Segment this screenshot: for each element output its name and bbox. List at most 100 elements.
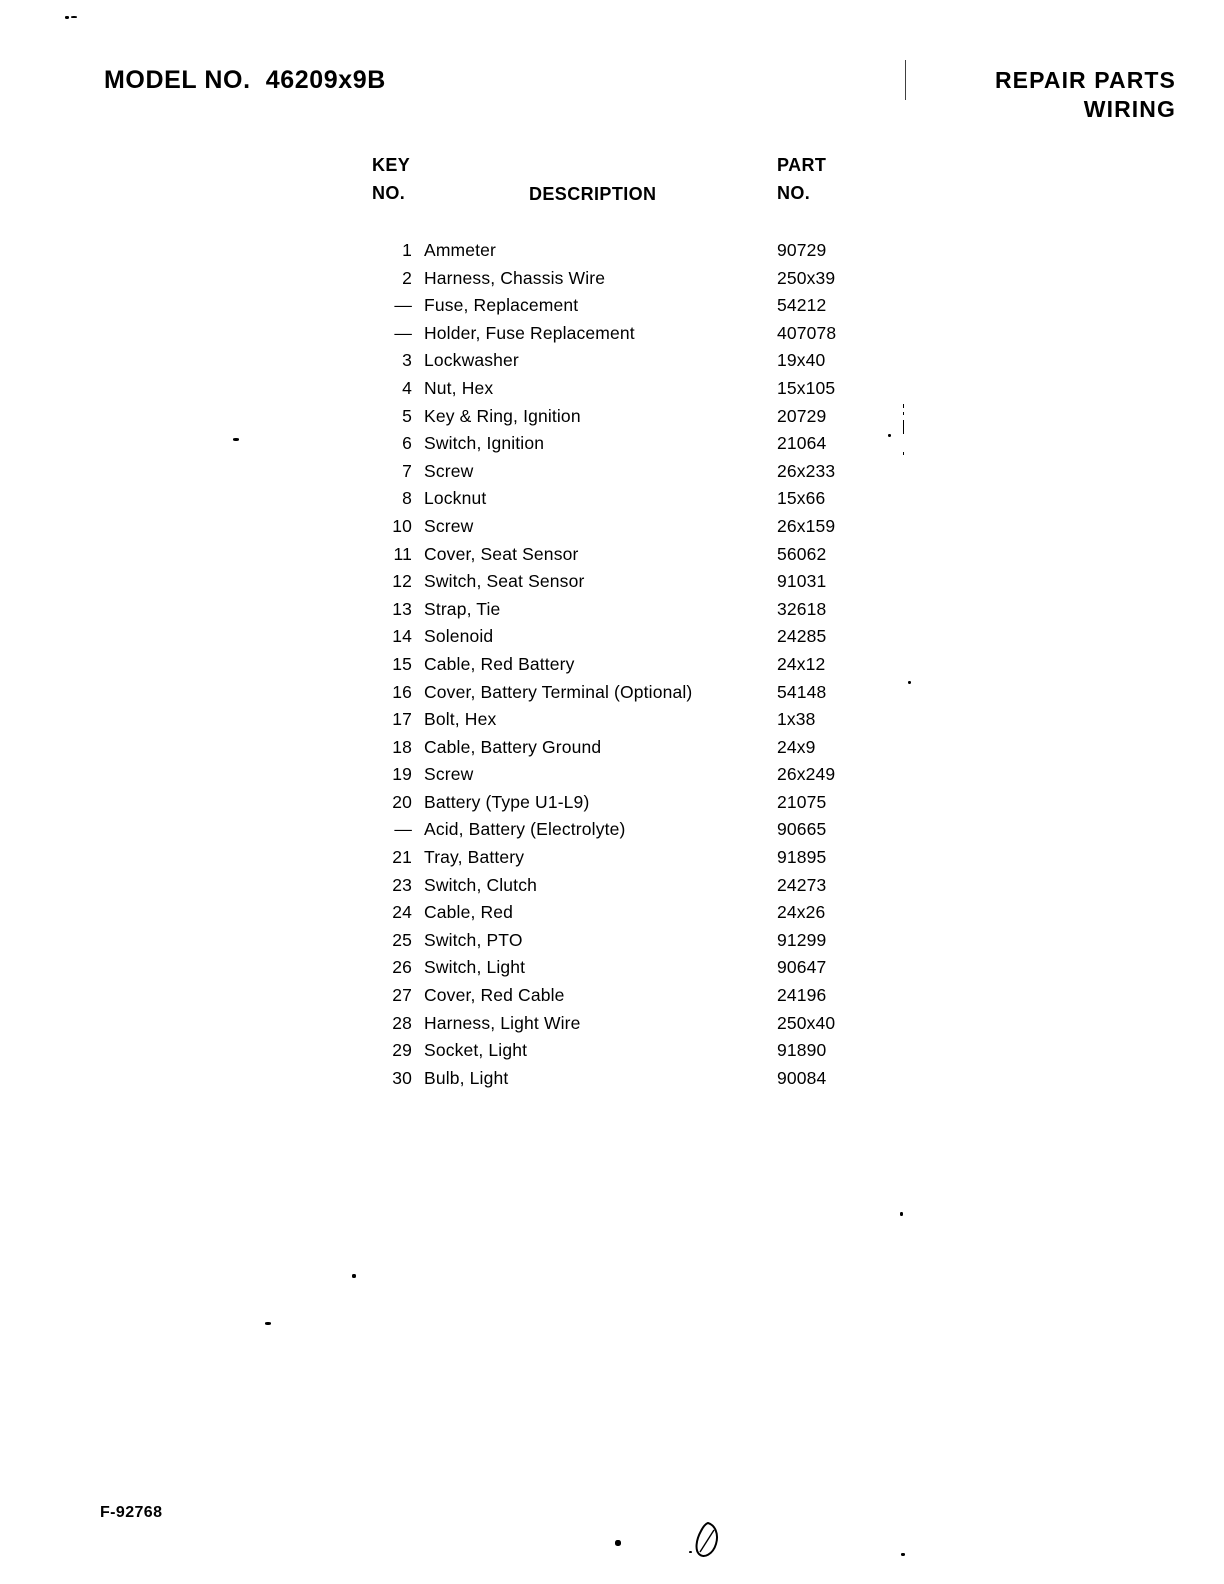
row-description: Bulb, Light (424, 1067, 509, 1088)
row-part-number: 24x26 (777, 902, 826, 923)
row-part-number: 32618 (777, 598, 827, 619)
table-row: 4 Nut, Hex 15x105 (372, 378, 872, 406)
scan-streak (903, 404, 904, 408)
row-part-number: 54212 (777, 295, 827, 316)
row-part-number: 91031 (777, 571, 827, 592)
table-row: 16 Cover, Battery Terminal (Optional) 5414… (372, 682, 872, 710)
row-description: Harness, Chassis Wire (424, 267, 606, 288)
row-key-number: 7 (402, 460, 412, 481)
row-description: Switch, Light (424, 957, 526, 978)
table-header-row: KEY NO. DESCRIPTION PART NO. (372, 152, 872, 210)
row-description: Cover, Battery Terminal (Optional) (424, 681, 693, 702)
row-part-number: 90647 (777, 957, 827, 978)
row-key-number: — (394, 322, 412, 343)
row-part-number: 91890 (777, 1040, 827, 1061)
row-part-number: 26x159 (777, 515, 836, 536)
table-row: 6 Switch, Ignition 21064 (372, 433, 872, 461)
page-title-line1: REPAIR PARTS (994, 67, 1176, 93)
model-number-label: MODEL NO. 46209x9B (104, 66, 386, 94)
part-no-header-line2: NO. (777, 182, 811, 203)
row-description: Battery (Type U1-L9) (424, 791, 590, 812)
row-part-number: 21075 (777, 791, 827, 812)
row-part-number: 24x9 (777, 736, 816, 757)
row-description: Key & Ring, Ignition (424, 405, 581, 426)
table-row: — Holder, Fuse Replacement 407078 (372, 323, 872, 351)
row-description: Switch, PTO (424, 929, 523, 950)
row-part-number: 15x66 (777, 488, 826, 509)
row-key-number: 27 (392, 985, 412, 1006)
table-row: 12 Switch, Seat Sensor 91031 (372, 571, 872, 599)
row-description: Holder, Fuse Replacement (424, 322, 635, 343)
table-row: 7 Screw 26x233 (372, 461, 872, 489)
table-row: 15 Cable, Red Battery 24x12 (372, 654, 872, 682)
table-row: 2 Harness, Chassis Wire 250x39 (372, 268, 872, 296)
row-description: Screw (424, 460, 474, 481)
scan-speckle (901, 1553, 905, 1556)
row-part-number: 250x40 (777, 1012, 836, 1033)
row-part-number: 15x105 (777, 377, 836, 398)
row-description: Cover, Red Cable (424, 985, 565, 1006)
scan-speckle (352, 1274, 356, 1278)
table-row: 3 Lockwasher 19x40 (372, 350, 872, 378)
scan-speckle (908, 681, 911, 684)
row-part-number: 21064 (777, 433, 827, 454)
row-description: Cable, Red (424, 902, 514, 923)
row-description: Solenoid (424, 626, 494, 647)
part-no-header-line1: PART (777, 155, 827, 175)
row-description: Harness, Light Wire (424, 1012, 581, 1033)
table-row: — Acid, Battery (Electrolyte) 90665 (372, 819, 872, 847)
scan-speckle (233, 438, 239, 441)
scan-speckle (71, 16, 77, 18)
parts-table: KEY NO. DESCRIPTION PART NO. 1 Ammeter 907… (372, 152, 872, 1095)
row-key-number: 24 (392, 902, 412, 923)
table-row: 8 Locknut 15x66 (372, 488, 872, 516)
row-key-number: 28 (392, 1012, 412, 1033)
row-description: Socket, Light (424, 1040, 528, 1061)
row-key-number: 21 (392, 847, 412, 868)
page-title-line2: WIRING (1083, 96, 1176, 123)
table-row: 26 Switch, Light 90647 (372, 957, 872, 985)
scan-speckle (615, 1540, 621, 1546)
table-row: — Fuse, Replacement 54212 (372, 295, 872, 323)
row-key-number: — (394, 819, 412, 840)
form-code: F-92768 (100, 1504, 163, 1521)
row-description: Bolt, Hex (424, 709, 497, 730)
table-row: 10 Screw 26x159 (372, 516, 872, 544)
row-key-number: 19 (392, 764, 412, 785)
row-description: Screw (424, 515, 474, 536)
row-key-number: 23 (392, 874, 412, 895)
row-key-number: 2 (402, 267, 412, 288)
table-row: 19 Screw 26x249 (372, 764, 872, 792)
row-part-number: 24285 (777, 626, 827, 647)
key-no-header-line1: KEY (372, 155, 411, 175)
row-part-number: 250x39 (777, 267, 836, 288)
row-part-number: 54148 (777, 681, 827, 702)
row-key-number: — (394, 295, 412, 316)
row-description: Cover, Seat Sensor (424, 543, 579, 564)
row-description: Switch, Clutch (424, 874, 537, 895)
row-part-number: 26x249 (777, 764, 836, 785)
description-header: DESCRIPTION (529, 184, 657, 204)
row-key-number: 13 (392, 598, 412, 619)
row-description: Nut, Hex (424, 377, 494, 398)
row-part-number: 90729 (777, 240, 827, 260)
row-key-number: 1 (402, 240, 412, 260)
row-key-number: 8 (402, 488, 412, 509)
scan-speckle (888, 434, 891, 437)
row-part-number: 26x233 (777, 460, 836, 481)
scan-speckle (265, 1322, 271, 1325)
row-description: Acid, Battery (Electrolyte) (424, 819, 626, 840)
row-key-number: 12 (392, 571, 412, 592)
scan-speckle (900, 1212, 903, 1216)
table-row: 25 Switch, PTO 91299 (372, 930, 872, 958)
row-key-number: 18 (392, 736, 412, 757)
row-key-number: 10 (392, 515, 412, 536)
row-key-number: 4 (402, 377, 412, 398)
scan-streak (903, 412, 904, 415)
row-part-number: 24196 (777, 985, 827, 1006)
scan-speckle (689, 1551, 692, 1553)
row-part-number: 24x12 (777, 653, 826, 674)
handwritten-page-mark (695, 1521, 718, 1557)
table-row: 29 Socket, Light 91890 (372, 1040, 872, 1068)
table-row: 5 Key & Ring, Ignition 20729 (372, 406, 872, 434)
